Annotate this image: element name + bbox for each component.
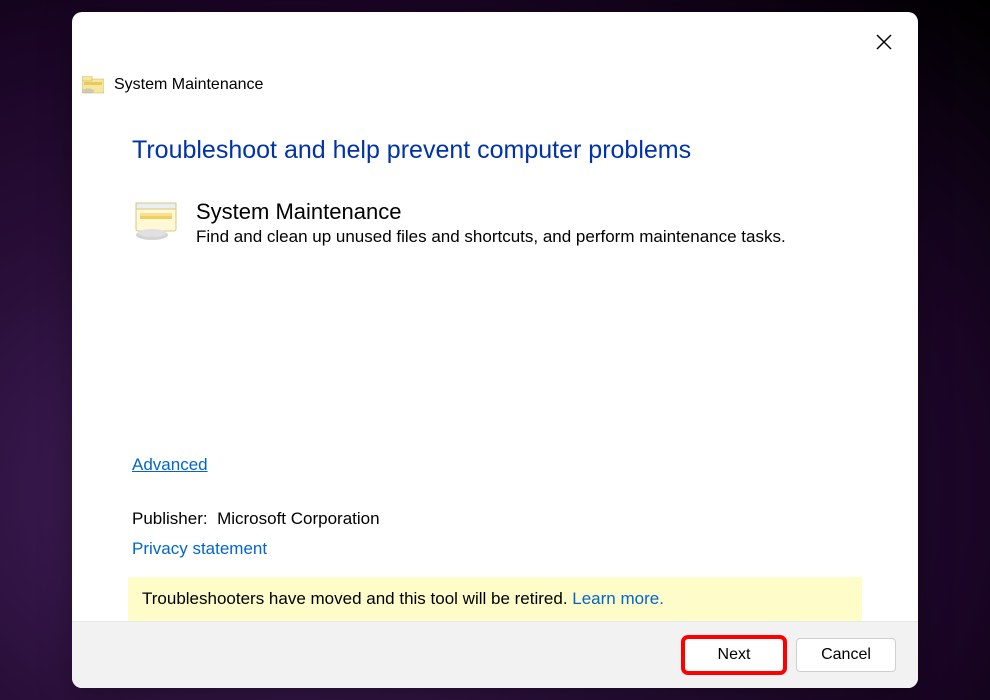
advanced-link[interactable]: Advanced: [132, 455, 208, 475]
folder-icon: [82, 76, 104, 94]
privacy-statement-link[interactable]: Privacy statement: [132, 539, 267, 559]
next-button[interactable]: Next: [684, 638, 784, 672]
publisher-label: Publisher:: [132, 509, 208, 528]
retirement-notice: Troubleshooters have moved and this tool…: [128, 577, 862, 621]
main-heading: Troubleshoot and help prevent computer p…: [132, 136, 858, 165]
dialog-content: Troubleshoot and help prevent computer p…: [72, 94, 918, 621]
button-bar: Next Cancel: [72, 621, 918, 688]
learn-more-link[interactable]: Learn more.: [572, 589, 664, 608]
item-description: Find and clean up unused files and short…: [196, 227, 858, 247]
publisher-row: Publisher: Microsoft Corporation: [132, 509, 858, 529]
dialog-title: System Maintenance: [114, 76, 263, 94]
publisher-value: Microsoft Corporation: [217, 509, 380, 528]
close-button[interactable]: [872, 30, 896, 54]
troubleshooter-dialog: System Maintenance Troubleshoot and help…: [72, 12, 918, 688]
cancel-button[interactable]: Cancel: [796, 638, 896, 672]
troubleshooter-item: System Maintenance Find and clean up unu…: [132, 199, 858, 247]
dialog-header: System Maintenance: [72, 12, 918, 94]
system-maintenance-icon: [132, 201, 180, 241]
item-title: System Maintenance: [196, 199, 858, 225]
close-icon: [875, 33, 893, 51]
troubleshooter-item-text: System Maintenance Find and clean up unu…: [196, 199, 858, 247]
notice-text: Troubleshooters have moved and this tool…: [142, 589, 572, 608]
